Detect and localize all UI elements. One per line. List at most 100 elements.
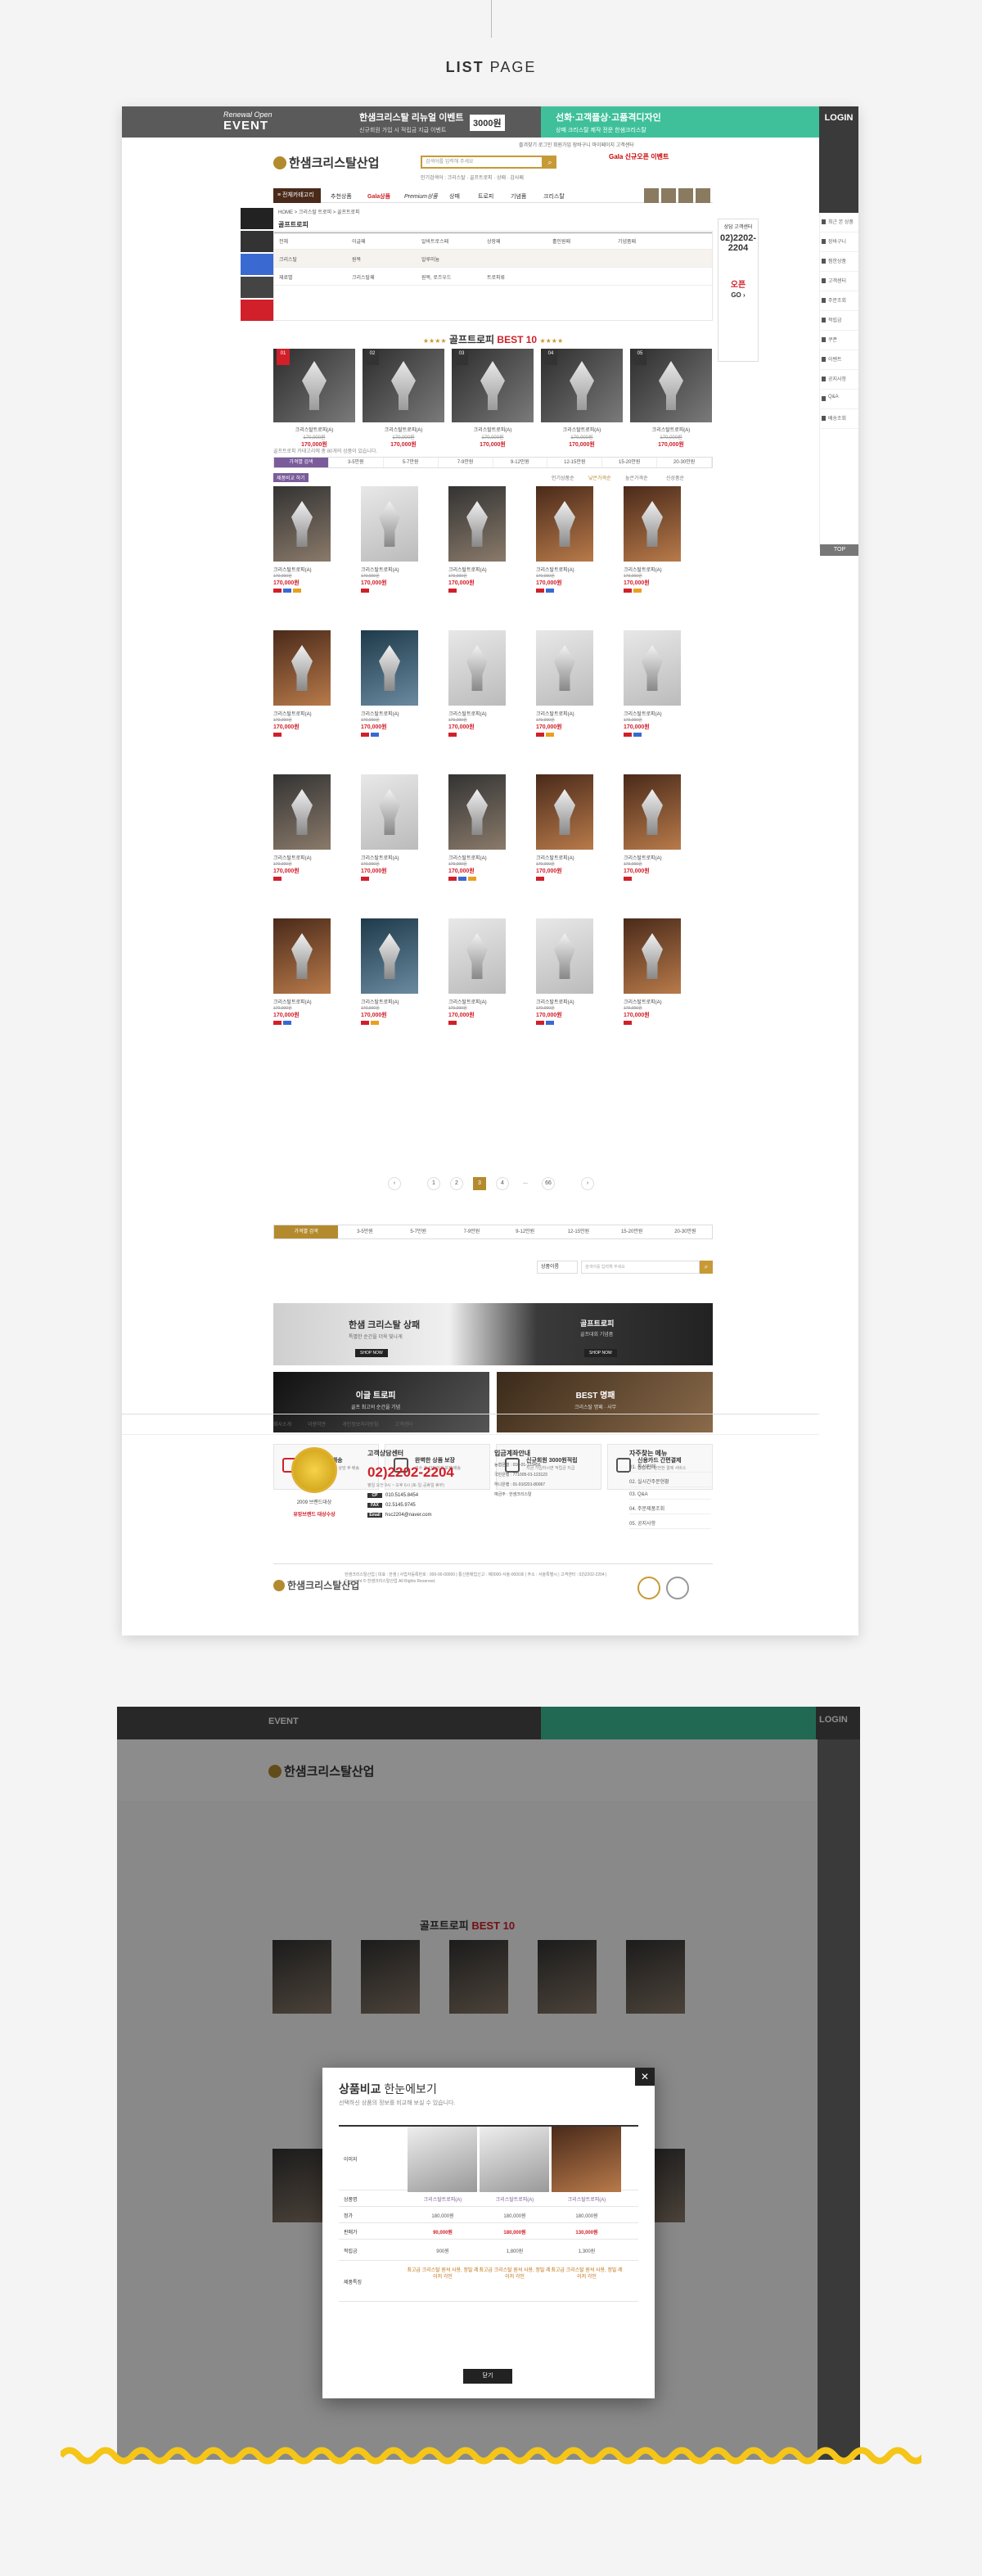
- price-tab[interactable]: 5-7만원: [392, 1225, 445, 1238]
- sidebar-quick-item[interactable]: 배송조회: [820, 409, 858, 429]
- sort-option[interactable]: 낮은가격순: [588, 474, 611, 481]
- nav-item[interactable]: 상패: [449, 192, 460, 201]
- sidebar-quick-item[interactable]: 공지사항: [820, 370, 858, 390]
- page-number[interactable]: 2: [450, 1177, 463, 1190]
- sort-option[interactable]: 인기상품순: [552, 474, 574, 481]
- product-image[interactable]: [273, 774, 331, 850]
- page-number[interactable]: 1: [427, 1177, 440, 1190]
- product-card[interactable]: 크리스탈트로피(A) 170,000원 170,000원: [536, 630, 601, 737]
- nav-quick-icon[interactable]: [644, 188, 659, 203]
- page-number[interactable]: ...: [519, 1177, 532, 1190]
- bottom-search-input[interactable]: 검색어를 입력해 주세요: [581, 1261, 700, 1274]
- product-card[interactable]: 크리스탈트로피(A) 170,000원 170,000원: [361, 774, 426, 881]
- filter-option[interactable]: 알바트로스패: [421, 237, 448, 245]
- product-card[interactable]: 크리스탈트로피(A) 170,000원 170,000원: [536, 486, 601, 593]
- product-image[interactable]: [273, 486, 331, 562]
- sidebar-quick-item[interactable]: 장바구니: [820, 232, 858, 252]
- price-tab[interactable]: 3-5만원: [338, 1225, 391, 1238]
- best-image[interactable]: 05: [630, 349, 712, 422]
- filter-option[interactable]: 재료별: [279, 273, 293, 281]
- nav-item[interactable]: Premium상품: [404, 192, 438, 201]
- product-image[interactable]: [273, 630, 331, 706]
- next-page-button[interactable]: ›: [581, 1177, 594, 1190]
- side-cs-box[interactable]: 상담 고객센터 02)2202-2204 오픈 GO ›: [718, 219, 759, 362]
- product-image[interactable]: [448, 774, 506, 850]
- product-image[interactable]: [536, 774, 593, 850]
- sidebar-quick-item[interactable]: 최근 본 상품: [820, 213, 858, 232]
- modal-close-button[interactable]: 닫기: [463, 2369, 512, 2384]
- best-image[interactable]: 03: [452, 349, 534, 422]
- best-item[interactable]: 01 크리스탈트로피(A) 170,000원 170,000원: [273, 349, 355, 449]
- filter-option[interactable]: 이글패: [352, 237, 366, 245]
- filter-option[interactable]: 전체: [279, 237, 288, 245]
- product-image[interactable]: [448, 630, 506, 706]
- best-item[interactable]: 04 크리스탈트로피(A) 170,000원 170,000원: [541, 349, 623, 449]
- product-image[interactable]: [536, 486, 593, 562]
- price-tab[interactable]: 3-5만원: [329, 458, 384, 467]
- filter-option[interactable]: 홀인원패: [552, 237, 570, 245]
- search-icon[interactable]: ⌕: [543, 156, 556, 169]
- product-card[interactable]: 크리스탈트로피(A) 170,000원 170,000원: [624, 486, 689, 593]
- faq-link[interactable]: 01. 통신판매: [629, 1463, 711, 1473]
- top-event-banner[interactable]: Renewal Open EVENT 한샘크리스탈 리뉴얼 이벤트 신규회원 가입 …: [122, 106, 858, 138]
- product-card[interactable]: 크리스탈트로피(A) 170,000원 170,000원: [273, 774, 339, 881]
- price-tab[interactable]: 가격별 검색: [274, 1225, 339, 1238]
- nav-item[interactable]: 트로피: [478, 192, 493, 201]
- nav-quick-icon[interactable]: [661, 188, 676, 203]
- compare-button[interactable]: 제품비교 하기: [273, 473, 309, 482]
- product-image[interactable]: [448, 918, 506, 994]
- product-image[interactable]: [624, 486, 681, 562]
- product-card[interactable]: 크리스탈트로피(A) 170,000원 170,000원: [273, 630, 339, 737]
- product-image[interactable]: [624, 774, 681, 850]
- product-card[interactable]: 크리스탈트로피(A) 170,000원 170,000원: [448, 630, 514, 737]
- page-number[interactable]: 4: [496, 1177, 509, 1190]
- product-image[interactable]: [273, 918, 331, 994]
- product-card[interactable]: 크리스탈트로피(A) 170,000원 170,000원: [536, 774, 601, 881]
- best-image[interactable]: 04: [541, 349, 623, 422]
- nav-item[interactable]: Gala상품: [367, 192, 390, 201]
- faq-link[interactable]: 02. 실시간주문현황: [629, 1477, 711, 1487]
- filter-option[interactable]: 트로피류: [487, 273, 505, 281]
- product-card[interactable]: 크리스탈트로피(A) 170,000원 170,000원: [448, 774, 514, 881]
- filter-option[interactable]: 원목: [352, 255, 361, 263]
- sidebar-quick-item[interactable]: 고객센터: [820, 272, 858, 291]
- product-card[interactable]: 크리스탈트로피(A) 170,000원 170,000원: [624, 630, 689, 737]
- product-image[interactable]: [361, 774, 418, 850]
- best-image[interactable]: 01: [273, 349, 355, 422]
- best-item[interactable]: 02 크리스탈트로피(A) 170,000원 170,000원: [363, 349, 444, 449]
- price-tab[interactable]: 7-9만원: [439, 458, 493, 467]
- page-number[interactable]: 66: [542, 1177, 555, 1190]
- all-category-button[interactable]: ≡ 전체카테고리: [273, 188, 321, 203]
- product-image[interactable]: [624, 918, 681, 994]
- search-input[interactable]: 검색어를 입력해 주세요: [421, 156, 543, 169]
- compare-name[interactable]: 크리스탈트로피(A): [478, 2195, 552, 2203]
- best-image[interactable]: 02: [363, 349, 444, 422]
- product-image[interactable]: [361, 918, 418, 994]
- price-tab[interactable]: 12-15만원: [552, 1225, 605, 1238]
- price-tab[interactable]: 20-30만원: [657, 458, 712, 467]
- sidebar-quick-item[interactable]: 적립금: [820, 311, 858, 331]
- product-image[interactable]: [361, 630, 418, 706]
- price-tab[interactable]: 7-9만원: [445, 1225, 498, 1238]
- nav-quick-icon[interactable]: [696, 188, 710, 203]
- login-button[interactable]: LOGIN: [819, 106, 858, 213]
- breadcrumb[interactable]: HOME > 크리스탈 트로피 > 골프트로피: [273, 203, 713, 219]
- price-tab[interactable]: 5-7만원: [384, 458, 439, 467]
- search-select[interactable]: 상품이름: [537, 1261, 578, 1274]
- product-card[interactable]: 크리스탈트로피(A) 170,000원 170,000원: [273, 918, 339, 1025]
- prev-page-button[interactable]: ‹: [388, 1177, 401, 1190]
- nav-item[interactable]: 추천상품: [331, 192, 352, 201]
- compare-name[interactable]: 크리스탈트로피(A): [550, 2195, 624, 2203]
- product-card[interactable]: 크리스탈트로피(A) 170,000원 170,000원: [536, 918, 601, 1025]
- sidebar-quick-item[interactable]: 쿠폰: [820, 331, 858, 350]
- price-tab[interactable]: 12-15만원: [547, 458, 603, 467]
- price-tab[interactable]: 가격별 검색: [274, 458, 329, 467]
- price-tab[interactable]: 9-12만원: [493, 458, 548, 467]
- product-image[interactable]: [536, 918, 593, 994]
- filter-option[interactable]: 원목, 로즈우드: [421, 273, 451, 281]
- sidebar-quick-item[interactable]: 주문조회: [820, 291, 858, 311]
- product-card[interactable]: 크리스탈트로피(A) 170,000원 170,000원: [273, 486, 339, 593]
- site-logo[interactable]: 한샘크리스탈산업: [273, 154, 379, 171]
- price-tab[interactable]: 15-20만원: [606, 1225, 659, 1238]
- small-banner[interactable]: BEST 명패 크리스탈 명패 · 사무: [497, 1372, 713, 1432]
